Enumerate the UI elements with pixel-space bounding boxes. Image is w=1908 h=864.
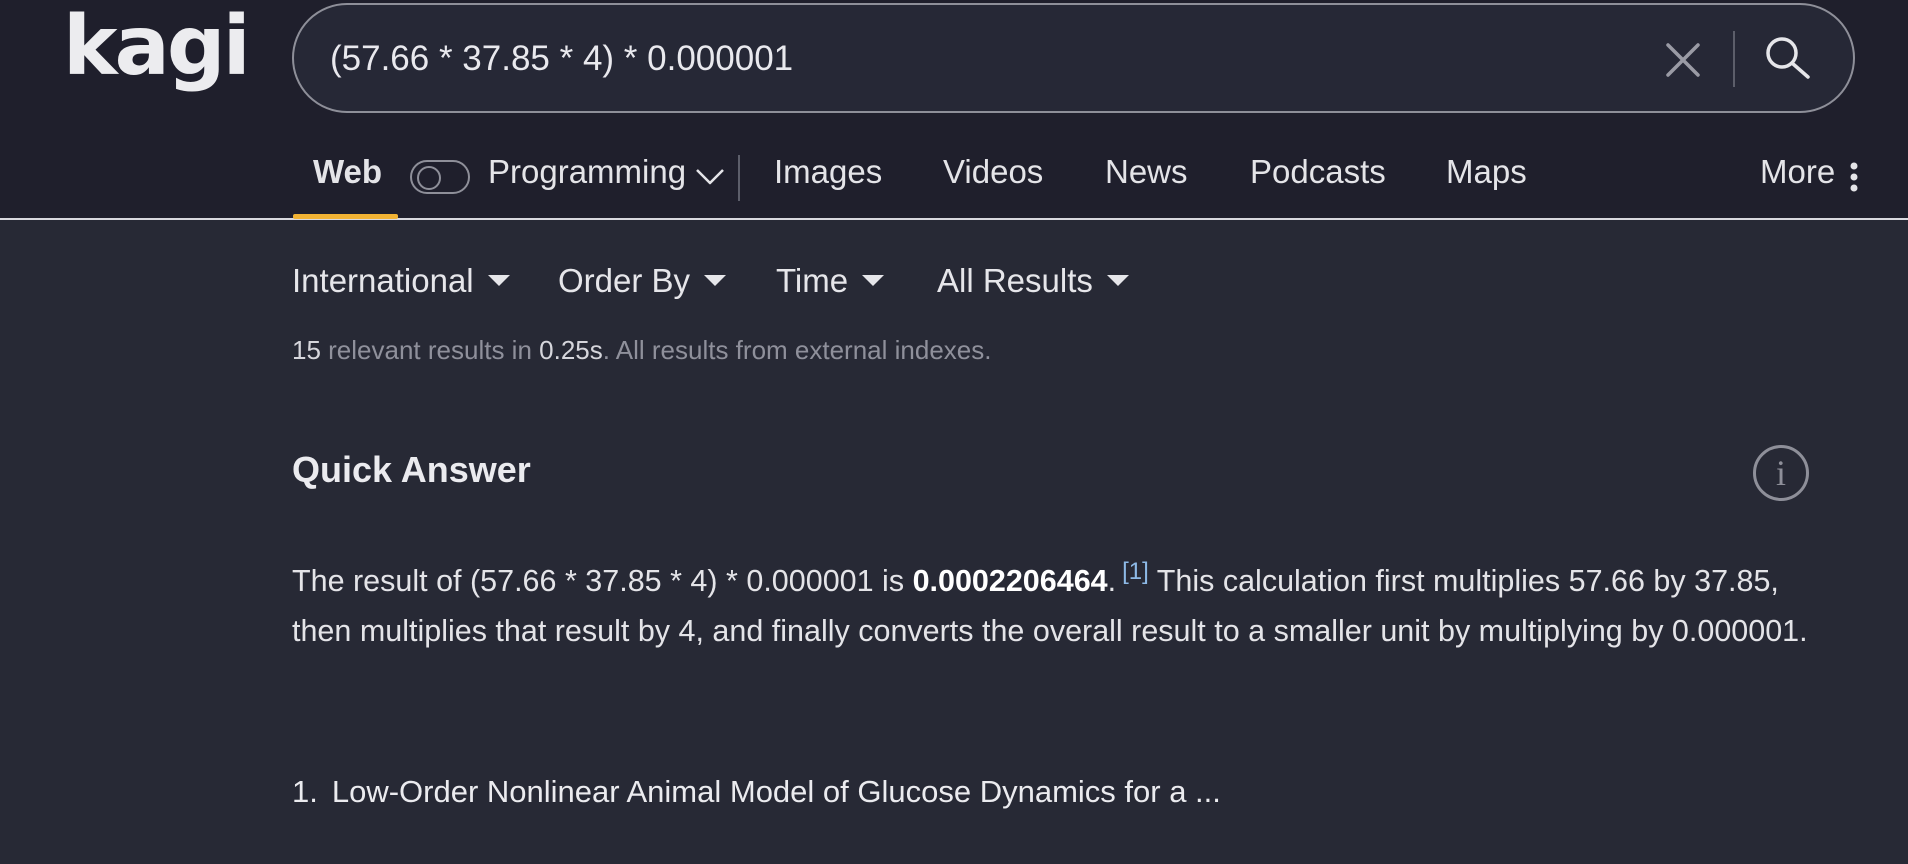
tab-maps[interactable]: Maps — [1446, 155, 1527, 188]
quick-answer-result: 0.0002206464 — [912, 564, 1108, 598]
tab-podcasts[interactable]: Podcasts — [1250, 155, 1386, 188]
kagi-logo[interactable]: kagi — [63, 6, 251, 88]
more-menu-button[interactable]: More — [1760, 155, 1835, 188]
active-tab-indicator — [293, 214, 398, 219]
search-input[interactable] — [330, 33, 1630, 85]
quick-answer-body: The result of (57.66 * 37.85 * 4) * 0.00… — [292, 547, 1812, 656]
stats-text-2: . All results from external indexes. — [602, 335, 992, 365]
caret-down-icon — [704, 275, 727, 286]
tab-news[interactable]: News — [1105, 155, 1188, 188]
caret-down-icon — [1106, 275, 1129, 286]
order-by-filter[interactable]: Order By — [558, 262, 727, 299]
quick-answer-title: Quick Answer — [292, 449, 531, 490]
tab-web[interactable]: Web — [313, 155, 382, 188]
region-filter[interactable]: International — [292, 264, 510, 297]
search-icon — [1766, 37, 1810, 79]
lens-toggle[interactable] — [410, 160, 470, 194]
close-icon — [1666, 43, 1700, 77]
region-filter-label: International — [292, 262, 474, 299]
quick-answer-text-before: The result of (57.66 * 37.85 * 4) * 0.00… — [292, 564, 913, 598]
info-icon[interactable]: i — [1753, 445, 1809, 501]
stats-text-1: relevant results in — [320, 335, 540, 365]
search-box — [292, 3, 1855, 113]
chevron-down-icon — [696, 169, 724, 185]
more-dots-icon[interactable] — [1848, 161, 1860, 193]
results-filter[interactable]: All Results — [937, 264, 1129, 297]
results-stats: 15 relevant results in 0.25s. All result… — [292, 337, 991, 363]
quick-answer-period: . — [1107, 564, 1117, 598]
order-by-filter-label: Order By — [558, 262, 691, 299]
toggle-knob — [417, 166, 441, 190]
top-header: kagi Web Programming Images Videos News … — [0, 0, 1908, 220]
result-title-link[interactable]: Low-Order Nonlinear Animal Model of Gluc… — [332, 774, 1221, 809]
citation-link[interactable]: [1] — [1122, 558, 1149, 585]
search-divider — [1733, 31, 1735, 87]
time-filter-label: Time — [776, 262, 849, 299]
results-filter-label: All Results — [937, 262, 1093, 299]
tab-separator — [738, 155, 740, 201]
search-result-item: 1. Low-Order Nonlinear Animal Model of Gl… — [292, 776, 1221, 807]
tab-images[interactable]: Images — [774, 155, 882, 188]
caret-down-icon — [487, 275, 510, 286]
results-time: 0.25s — [539, 335, 603, 365]
result-number: 1. — [292, 774, 318, 809]
clear-search-button[interactable] — [1662, 39, 1704, 81]
tab-videos[interactable]: Videos — [943, 155, 1043, 188]
lens-dropdown-button[interactable] — [694, 166, 726, 188]
info-icon-glyph: i — [1775, 453, 1786, 493]
lens-dropdown-label[interactable]: Programming — [488, 155, 686, 188]
search-button[interactable] — [1762, 33, 1814, 85]
results-count: 15 — [292, 335, 321, 365]
time-filter[interactable]: Time — [776, 262, 885, 299]
caret-down-icon — [862, 275, 885, 286]
